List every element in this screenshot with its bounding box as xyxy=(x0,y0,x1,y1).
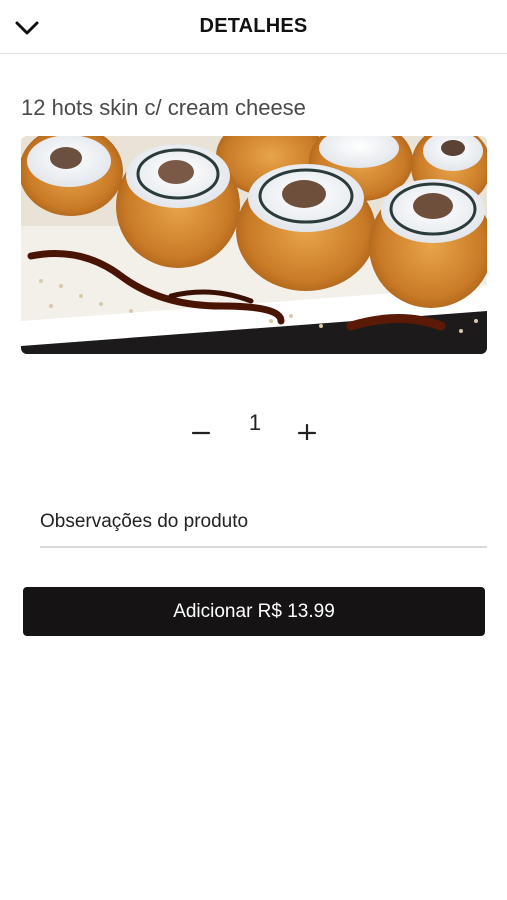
add-to-cart-label: Adicionar R$ 13.99 xyxy=(173,600,335,622)
product-notes-field[interactable] xyxy=(40,498,487,548)
add-to-cart-button[interactable]: Adicionar R$ 13.99 xyxy=(23,587,485,636)
product-image xyxy=(21,136,487,354)
quantity-value: 1 xyxy=(248,410,262,435)
sushi-photo xyxy=(21,136,487,354)
header-bar: DETALHES xyxy=(0,0,507,54)
plus-icon xyxy=(297,423,317,440)
page-title: DETALHES xyxy=(199,15,308,37)
minus-icon xyxy=(191,431,211,435)
decrease-quantity-button[interactable] xyxy=(186,408,216,452)
quantity-stepper: 1 xyxy=(0,408,507,452)
product-title: 12 hots skin c/ cream cheese xyxy=(21,95,306,120)
increase-quantity-button[interactable] xyxy=(292,408,322,452)
